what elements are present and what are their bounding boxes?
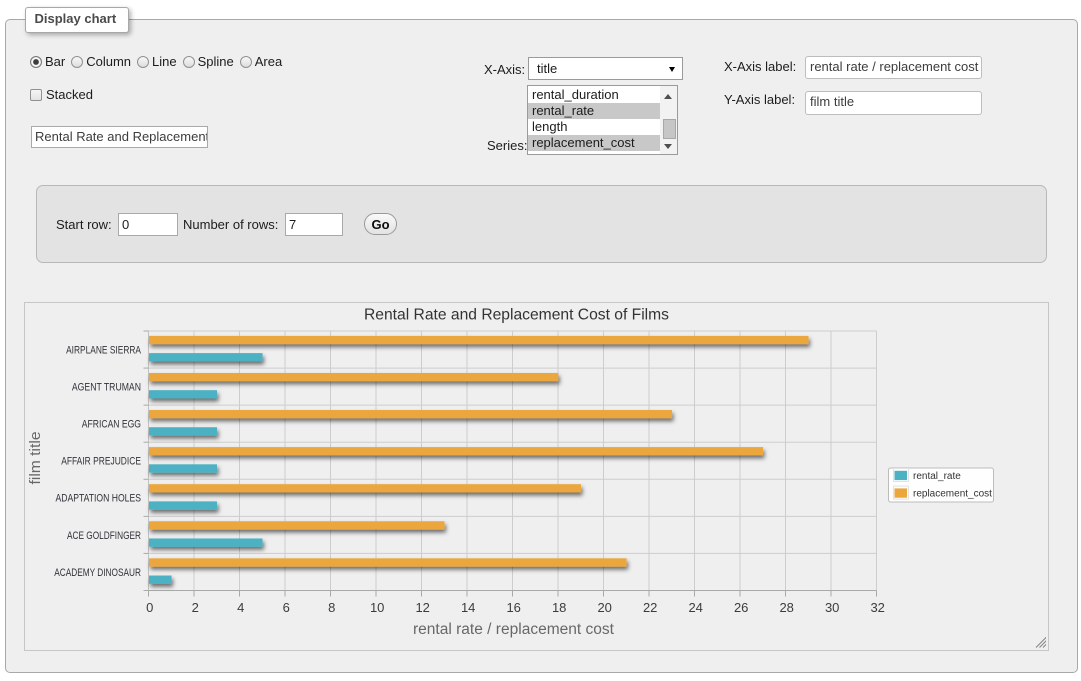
- svg-text:6: 6: [283, 600, 290, 615]
- svg-text:rental_rate: rental_rate: [913, 471, 961, 482]
- svg-text:ACADEMY DINOSAUR: ACADEMY DINOSAUR: [54, 567, 141, 579]
- svg-text:replacement_cost: replacement_cost: [913, 489, 992, 500]
- svg-text:14: 14: [461, 600, 475, 615]
- svg-text:4: 4: [237, 600, 244, 615]
- svg-text:8: 8: [328, 600, 335, 615]
- svg-text:ADAPTATION HOLES: ADAPTATION HOLES: [56, 493, 142, 505]
- svg-text:12: 12: [415, 600, 429, 615]
- svg-text:ACE GOLDFINGER: ACE GOLDFINGER: [67, 530, 141, 542]
- svg-text:Rental Rate and Replacement Co: Rental Rate and Replacement Cost of Film…: [364, 307, 669, 324]
- svg-text:20: 20: [597, 600, 611, 615]
- svg-text:AGENT TRUMAN: AGENT TRUMAN: [72, 382, 141, 394]
- svg-text:18: 18: [552, 600, 566, 615]
- svg-text:22: 22: [643, 600, 657, 615]
- svg-text:film title: film title: [27, 432, 44, 485]
- svg-text:10: 10: [370, 600, 384, 615]
- svg-text:0: 0: [146, 600, 153, 615]
- svg-text:24: 24: [688, 600, 702, 615]
- svg-text:16: 16: [506, 600, 520, 615]
- svg-text:rental rate / replacement cost: rental rate / replacement cost: [413, 621, 615, 638]
- svg-text:AFFAIR PREJUDICE: AFFAIR PREJUDICE: [61, 456, 141, 468]
- svg-text:28: 28: [779, 600, 793, 615]
- svg-text:26: 26: [734, 600, 748, 615]
- svg-text:32: 32: [870, 600, 884, 615]
- svg-text:AFRICAN EGG: AFRICAN EGG: [82, 419, 141, 431]
- svg-text:30: 30: [825, 600, 839, 615]
- svg-text:AIRPLANE SIERRA: AIRPLANE SIERRA: [66, 344, 141, 356]
- svg-text:2: 2: [192, 600, 199, 615]
